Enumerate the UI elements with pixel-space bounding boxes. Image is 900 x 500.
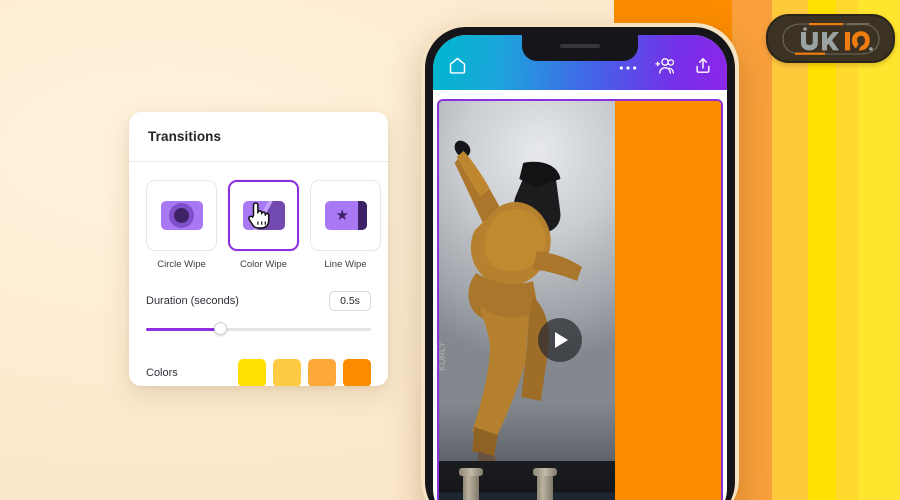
phone-mockup: KURLY [421, 23, 739, 500]
star-glyph: ★ [335, 207, 349, 224]
duration-label: Duration (seconds) [146, 295, 239, 307]
transition-label-circle-wipe: Circle Wipe [157, 259, 206, 270]
transition-option-line-wipe[interactable]: ★ Line Wipe [310, 180, 381, 270]
pale-yellow-stripe [858, 0, 900, 500]
panel-header: Transitions [129, 112, 388, 162]
line-wipe-icon: ★ [324, 201, 367, 230]
transition-option-color-wipe[interactable]: Color Wipe [228, 180, 299, 270]
swatch-light-amber[interactable] [273, 359, 301, 386]
color-swatches [238, 359, 371, 386]
swatch-yellow[interactable] [238, 359, 266, 386]
colors-row: Colors [146, 359, 371, 386]
color-wipe-overlay [615, 101, 721, 500]
swatch-orange[interactable] [343, 359, 371, 386]
phone-screen: KURLY [433, 35, 727, 500]
transition-label-color-wipe: Color Wipe [240, 259, 287, 270]
phone-bezel: KURLY [425, 27, 735, 500]
gold-stripe [836, 0, 858, 500]
share-icon[interactable] [693, 55, 713, 81]
circle-wipe-tile[interactable] [146, 180, 217, 251]
transitions-panel: Transitions Circle Wipe Color Wipe ★ Lin… [129, 112, 388, 386]
transition-label-line-wipe: Line Wipe [324, 259, 367, 270]
phone-notch [522, 35, 638, 61]
duration-slider[interactable] [146, 322, 371, 336]
screenshot-root: KURLY Transitions Circle Wipe Color Wipe… [0, 0, 900, 500]
home-icon[interactable] [447, 55, 468, 81]
slider-fill [146, 328, 221, 331]
add-people-icon[interactable] [654, 56, 677, 81]
amber-stripe [772, 0, 808, 500]
transition-options: Circle Wipe Color Wipe ★ Line Wipe [146, 180, 381, 270]
play-icon [555, 332, 569, 349]
dancer-figure: KURLY [439, 140, 582, 493]
panel-body: Circle Wipe Color Wipe ★ Line Wipe Durat… [129, 162, 388, 386]
video-preview[interactable]: KURLY [437, 99, 723, 500]
yellow-stripe [808, 0, 836, 500]
duration-row: Duration (seconds) 0.5s [146, 291, 371, 311]
logo-mark [781, 22, 880, 55]
bollard-right [533, 468, 557, 500]
app-bar-actions [618, 55, 713, 81]
more-options-icon[interactable] [618, 59, 638, 77]
color-wipe-tile[interactable] [228, 180, 299, 251]
circle-wipe-icon [160, 201, 203, 230]
page-title: Transitions [148, 129, 222, 144]
swatch-amber[interactable] [308, 359, 336, 386]
bollard-left [459, 468, 483, 500]
svg-text:KURLY: KURLY [439, 342, 447, 371]
speaker-slit [560, 44, 600, 48]
duration-value-field[interactable]: 0.5s [329, 291, 371, 311]
slider-thumb[interactable] [213, 322, 227, 335]
colors-label: Colors [146, 367, 178, 379]
line-wipe-tile[interactable]: ★ [310, 180, 381, 251]
brand-logo[interactable] [766, 14, 895, 63]
transition-option-circle-wipe[interactable]: Circle Wipe [146, 180, 217, 270]
color-wipe-icon [242, 201, 285, 230]
